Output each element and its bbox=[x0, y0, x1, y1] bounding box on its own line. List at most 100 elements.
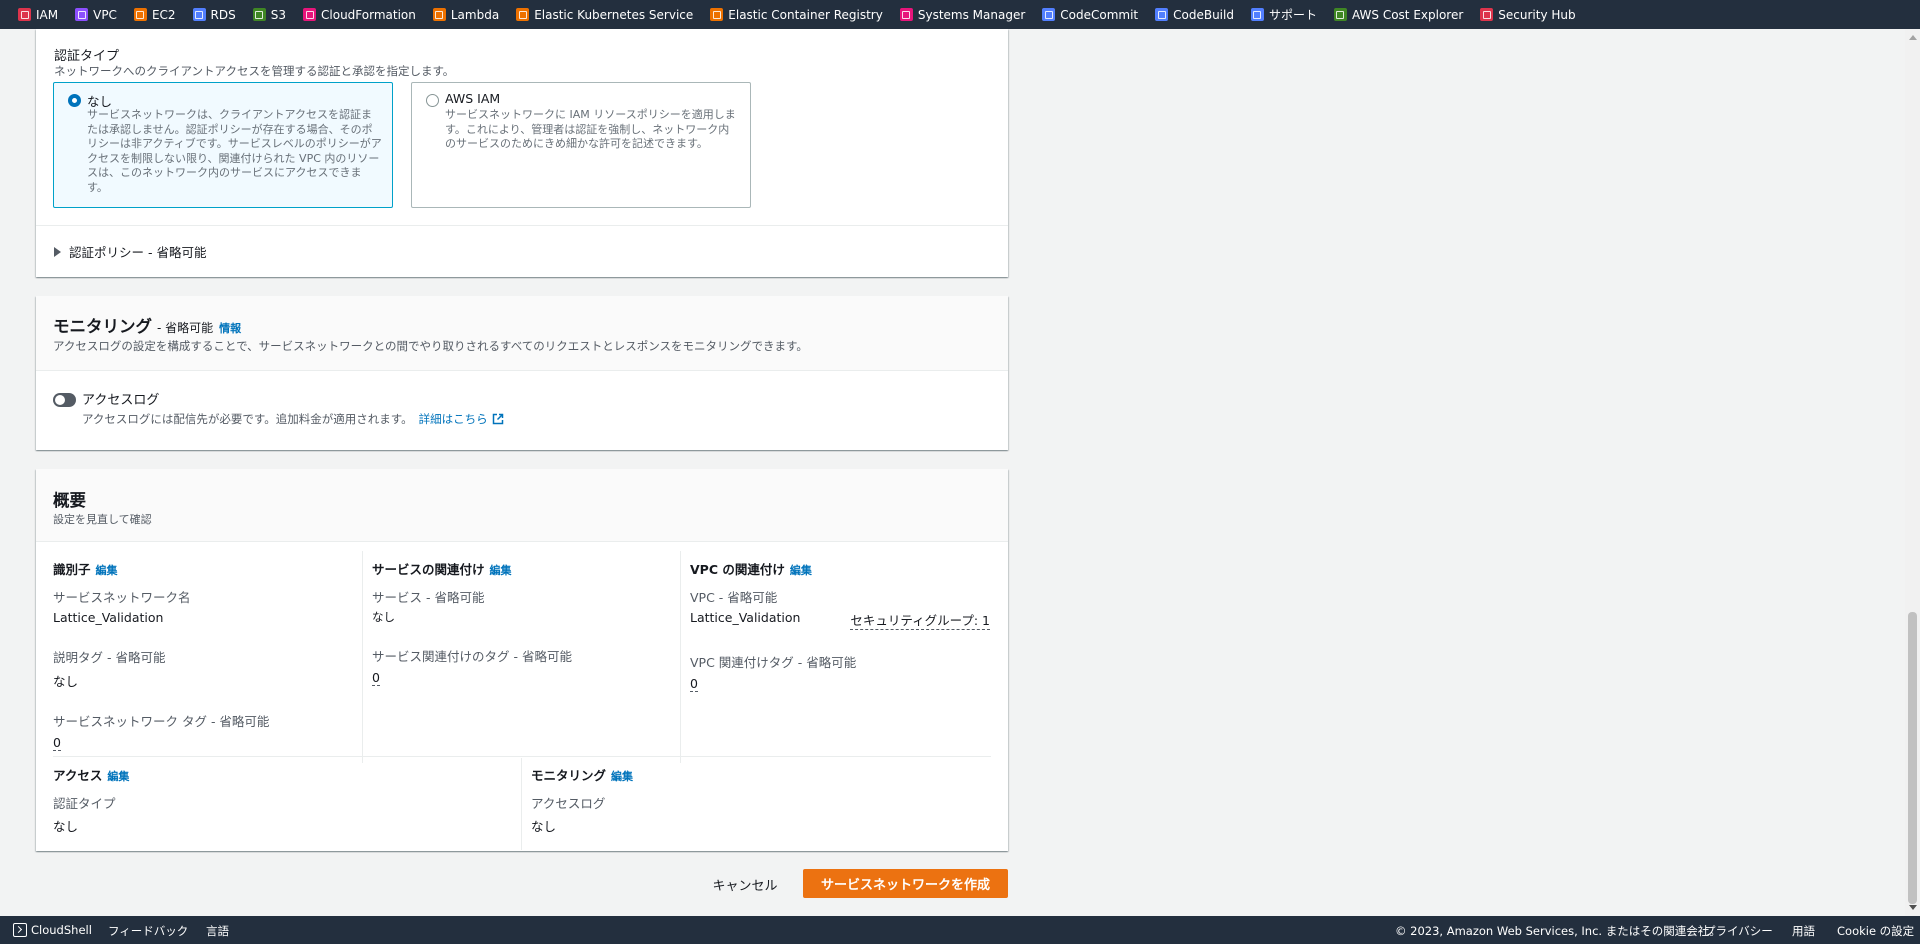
service-icon bbox=[432, 8, 446, 21]
auth-policy-expander-label: 認証ポリシー - 省略可能 bbox=[69, 245, 207, 260]
toggle-knob bbox=[55, 395, 65, 405]
service-icon bbox=[1155, 8, 1169, 21]
favorite-item[interactable]: EC2 bbox=[133, 7, 176, 22]
monitoring-optional: - 省略可能 bbox=[157, 321, 214, 335]
identifier-title: 識別子 bbox=[53, 562, 91, 577]
terminal-icon bbox=[13, 923, 27, 937]
service-icon bbox=[18, 8, 31, 21]
favorite-item[interactable]: サポート bbox=[1250, 6, 1317, 23]
service-icon bbox=[75, 8, 89, 21]
favorite-item[interactable]: CodeBuild bbox=[1155, 8, 1234, 22]
favorite-label: IAM bbox=[36, 7, 59, 22]
service-icon bbox=[1480, 8, 1494, 21]
favorite-item[interactable]: CodeCommit bbox=[1042, 8, 1138, 22]
favorite-item[interactable]: AWS Cost Explorer bbox=[1333, 7, 1464, 22]
vpc-assoc-edit-link[interactable]: 編集 bbox=[790, 562, 812, 578]
auth-option-iam-title: AWS IAM bbox=[445, 91, 501, 106]
favorite-label: サポート bbox=[1268, 8, 1317, 22]
monitoring-edit-link[interactable]: 編集 bbox=[611, 768, 633, 784]
monitoring-header: モニタリング - 省略可能 情報 アクセスログの設定を構成することで、サービスネ… bbox=[36, 296, 1008, 371]
access-log-label: アクセスログ bbox=[82, 393, 160, 408]
favorites-bar: IAM VPC EC2 RDS S3 CloudFormation Lambda Elasti… bbox=[0, 0, 1920, 29]
info-link[interactable]: 情報 bbox=[219, 320, 241, 336]
service-icon bbox=[133, 8, 147, 21]
divider bbox=[36, 225, 1008, 226]
scrollbar[interactable] bbox=[1905, 29, 1920, 916]
auth-option-none[interactable]: なし サービスネットワークは、クライアントアクセスを認証または承認しません。認証… bbox=[53, 82, 393, 208]
desc-tag-label: 説明タグ - 省略可能 bbox=[53, 650, 166, 665]
service-tags-value[interactable]: 0 bbox=[372, 670, 380, 686]
service-value: なし bbox=[372, 610, 395, 624]
service-assoc-edit-link[interactable]: 編集 bbox=[490, 562, 512, 578]
sn-tags-label: サービスネットワーク タグ - 省略可能 bbox=[53, 714, 270, 729]
access-log-toggle[interactable] bbox=[53, 393, 76, 407]
access-auth-label: 認証タイプ bbox=[53, 796, 116, 811]
monitoring-title: モニタリング bbox=[53, 317, 152, 336]
favorite-label: CodeBuild bbox=[1173, 7, 1234, 22]
service-icon bbox=[303, 8, 317, 21]
learn-more-link[interactable]: 詳細はこちら bbox=[419, 411, 488, 427]
radio-iam[interactable] bbox=[426, 94, 439, 107]
scroll-up-arrow-icon[interactable] bbox=[1909, 35, 1917, 40]
favorite-label: Lambda bbox=[450, 7, 500, 22]
monitoring-summary-section: モニタリング 編集 アクセスログ なし bbox=[531, 765, 971, 835]
sn-tags-value[interactable]: 0 bbox=[53, 735, 61, 751]
scroll-thumb[interactable] bbox=[1908, 612, 1917, 904]
favorite-item[interactable]: Systems Manager bbox=[899, 8, 1025, 22]
desc-tag-value: なし bbox=[53, 674, 79, 689]
row-divider bbox=[53, 756, 991, 757]
cloudshell-button[interactable]: CloudShell bbox=[13, 923, 92, 937]
terms-link[interactable]: 用語 bbox=[1792, 923, 1815, 939]
auth-type-label: 認証タイプ bbox=[54, 49, 120, 64]
auth-option-iam-description: サービスネットワークに IAM リソースポリシーを適用します。これにより、管理者… bbox=[445, 108, 736, 150]
summary-description: 設定を見直して確認 bbox=[53, 513, 152, 526]
privacy-link[interactable]: プライバシー bbox=[1704, 923, 1773, 939]
cookie-settings-link[interactable]: Cookie の設定 bbox=[1837, 923, 1914, 939]
summary-panel: 概要 設定を見直して確認 識別子 編集 サービスネットワーク名 Lattice_… bbox=[36, 469, 1008, 851]
favorite-label: EC2 bbox=[151, 7, 176, 22]
vpc-tags-value[interactable]: 0 bbox=[690, 676, 698, 692]
favorite-item[interactable]: CloudFormation bbox=[303, 8, 416, 22]
monitoring-panel: モニタリング - 省略可能 情報 アクセスログの設定を構成することで、サービスネ… bbox=[36, 296, 1008, 450]
radio-none[interactable] bbox=[68, 94, 81, 107]
identifier-edit-link[interactable]: 編集 bbox=[96, 562, 118, 578]
favorite-label: VPC bbox=[93, 7, 117, 22]
summary-title: 概要 bbox=[53, 491, 86, 510]
vpc-value: Lattice_Validation bbox=[690, 610, 801, 625]
favorite-item[interactable]: VPC bbox=[75, 8, 117, 22]
vpc-tags-label: VPC 関連付けタグ - 省略可能 bbox=[690, 655, 857, 670]
service-icon bbox=[1333, 8, 1347, 21]
column-divider bbox=[521, 758, 522, 850]
favorite-item[interactable]: RDS bbox=[192, 7, 236, 22]
identifier-section: 識別子 編集 サービスネットワーク名 Lattice_Validation 説明… bbox=[53, 559, 343, 751]
monitoring-summary-title: モニタリング bbox=[531, 768, 607, 783]
favorite-item[interactable]: IAM bbox=[18, 8, 58, 22]
favorite-item[interactable]: Lambda bbox=[432, 7, 500, 22]
cancel-button[interactable]: キャンセル bbox=[703, 870, 787, 898]
language-link[interactable]: 言語 bbox=[206, 923, 229, 939]
vpc-assoc-section: VPC の関連付け 編集 VPC - 省略可能 Lattice_Validati… bbox=[690, 559, 990, 692]
service-icon bbox=[192, 8, 206, 21]
sn-name-value: Lattice_Validation bbox=[53, 610, 164, 625]
create-service-network-button[interactable]: サービスネットワークを作成 bbox=[803, 869, 1008, 898]
external-link-icon[interactable] bbox=[492, 413, 504, 425]
scroll-down-arrow-icon[interactable] bbox=[1909, 905, 1917, 910]
access-log-summary-value: なし bbox=[531, 819, 557, 834]
favorite-label: Security Hub bbox=[1498, 7, 1576, 22]
auth-policy-expander[interactable]: 認証ポリシー - 省略可能 bbox=[54, 242, 206, 261]
favorite-item[interactable]: Elastic Kubernetes Service bbox=[516, 8, 693, 22]
favorite-item[interactable]: S3 bbox=[252, 8, 286, 22]
favorite-label: AWS Cost Explorer bbox=[1351, 7, 1464, 22]
favorite-item[interactable]: Elastic Container Registry bbox=[710, 8, 883, 22]
column-divider bbox=[362, 551, 363, 763]
access-edit-link[interactable]: 編集 bbox=[107, 768, 129, 784]
column-divider bbox=[680, 551, 681, 763]
caret-right-icon bbox=[54, 246, 61, 257]
monitoring-description: アクセスログの設定を構成することで、サービスネットワークとの間でやり取りされるす… bbox=[53, 339, 808, 353]
favorite-label: RDS bbox=[210, 7, 236, 22]
favorite-item[interactable]: Security Hub bbox=[1480, 7, 1576, 22]
feedback-link[interactable]: フィードバック bbox=[108, 923, 188, 939]
auth-option-iam[interactable]: AWS IAM サービスネットワークに IAM リソースポリシーを適用します。こ… bbox=[411, 82, 751, 208]
service-icon bbox=[1042, 8, 1056, 21]
security-group-link[interactable]: セキュリティグループ: 1 bbox=[850, 610, 990, 630]
